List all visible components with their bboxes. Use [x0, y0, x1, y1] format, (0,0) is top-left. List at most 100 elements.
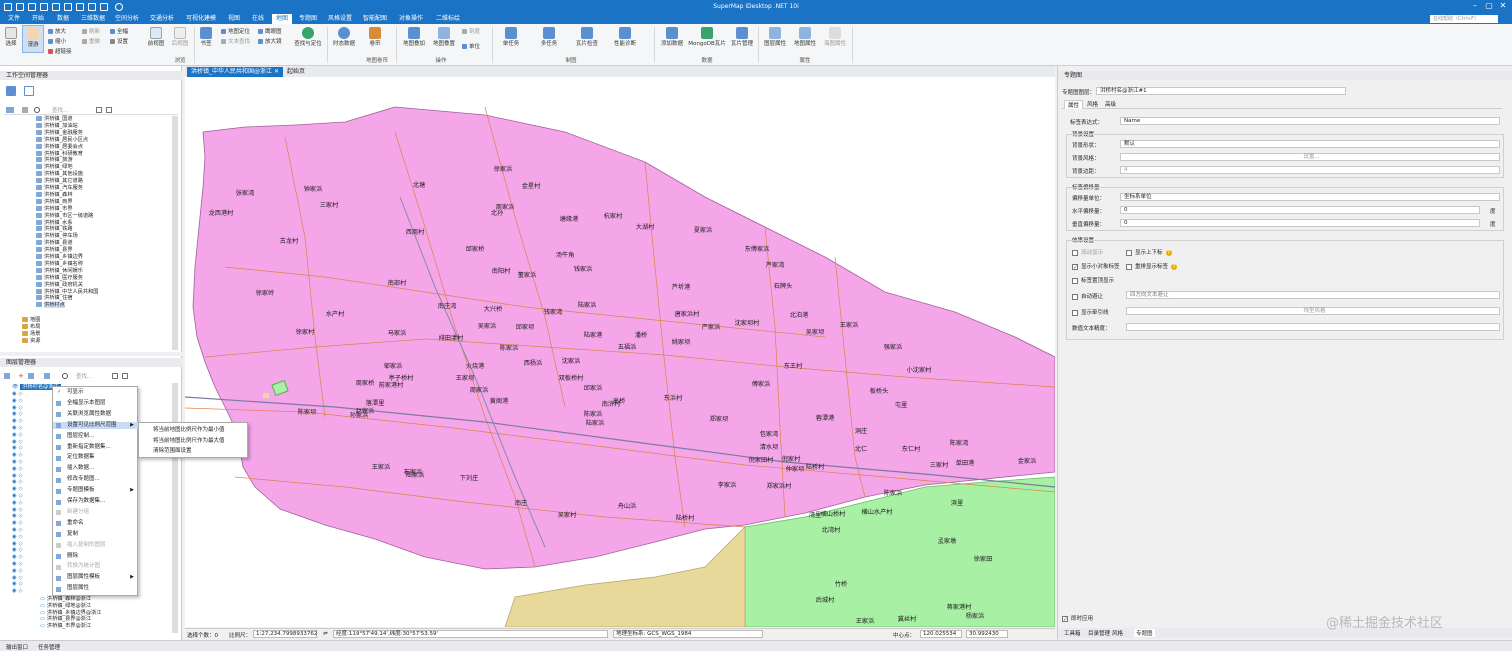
- edit-icon[interactable]: ◇: [19, 541, 23, 547]
- eye-icon[interactable]: ◉: [12, 581, 17, 587]
- layer-style-icon[interactable]: [44, 373, 50, 379]
- context-menu-item[interactable]: 保存为数据集...: [53, 498, 138, 506]
- menu-tab-3[interactable]: 三维数据: [78, 14, 108, 24]
- edit-icon[interactable]: ◇: [19, 547, 23, 553]
- layer-row[interactable]: ◉ ◇: [12, 547, 25, 554]
- layer-scrollbar[interactable]: [172, 383, 178, 633]
- small-label-checkbox[interactable]: 显示小对象标签: [1072, 262, 1120, 270]
- field-expr-select[interactable]: Name: [1120, 117, 1500, 125]
- lock-icon[interactable]: ⇌: [323, 631, 328, 637]
- search-next-icon[interactable]: [106, 107, 112, 113]
- top-display-checkbox[interactable]: 标签置顶显示: [1072, 276, 1114, 284]
- eye-icon[interactable]: ◉: [12, 493, 17, 499]
- eye-icon[interactable]: ◉: [12, 398, 17, 404]
- edit-icon[interactable]: ◇: [19, 507, 23, 513]
- eye-icon[interactable]: ◉: [12, 507, 17, 513]
- context-menu-item[interactable]: 全幅显示本图层: [53, 400, 138, 408]
- prev-view-button[interactable]: 前视图: [145, 27, 167, 47]
- menu-tab-14[interactable]: 二维标绘: [432, 14, 464, 24]
- precision-select[interactable]: [1126, 323, 1500, 331]
- eye-icon[interactable]: ◉: [12, 561, 17, 567]
- layer-row[interactable]: ◉ ◇: [12, 391, 25, 398]
- edit-icon[interactable]: ◇: [19, 493, 23, 499]
- edit-icon[interactable]: ◇: [19, 554, 23, 560]
- menu-tab-1[interactable]: 开始: [28, 14, 48, 24]
- tree-item[interactable]: 洪桥镇_国道: [36, 116, 73, 123]
- context-menu-item[interactable]: 修改专题图...: [53, 476, 138, 484]
- overlap-checkbox[interactable]: 重排显示标签?: [1126, 262, 1178, 270]
- context-menu-item[interactable]: 定位数据集: [53, 454, 138, 462]
- edit-icon[interactable]: ◇: [19, 581, 23, 587]
- menu-tab-2[interactable]: 数据: [52, 14, 74, 24]
- edit-icon[interactable]: ◇: [19, 527, 23, 533]
- edit-icon[interactable]: ◇: [19, 513, 23, 519]
- search-prev-icon[interactable]: [112, 373, 118, 379]
- eye-icon[interactable]: ◉: [12, 473, 17, 479]
- tree-item[interactable]: 洪桥镇_乡镇边界: [36, 254, 83, 261]
- edit-icon[interactable]: ◇: [19, 459, 23, 465]
- menu-tab-7[interactable]: 视图: [224, 14, 244, 24]
- layer-row[interactable]: ◉ ◇: [12, 466, 25, 473]
- edit-icon[interactable]: ◇: [19, 568, 23, 574]
- tree-item[interactable]: 洪桥镇_市界: [36, 205, 73, 213]
- eye-icon[interactable]: ◉: [12, 411, 17, 417]
- eye-icon[interactable]: ◉: [12, 575, 17, 581]
- submenu-item[interactable]: 将当前地图比例尺作为最大值: [139, 436, 247, 446]
- layer-row[interactable]: ◉ ◇: [12, 541, 25, 548]
- tree-item[interactable]: 洪桥镇_金融服务: [36, 129, 83, 137]
- eye-icon[interactable]: 👁: [12, 384, 18, 390]
- context-menu-item[interactable]: 专题图模板 ▶: [53, 487, 138, 495]
- tree-item[interactable]: 洪桥镇_其他设施: [36, 171, 83, 178]
- edit-icon[interactable]: ◇: [19, 575, 23, 581]
- context-menu-item[interactable]: 删除: [53, 553, 138, 561]
- help-icon[interactable]: ?: [1165, 249, 1172, 256]
- layer-row[interactable]: ◉ ◇: [12, 581, 25, 588]
- multi-task-button[interactable]: 多任务: [534, 27, 564, 47]
- tile-manage-button[interactable]: 瓦片管理: [728, 27, 756, 47]
- edit-icon[interactable]: ◇: [19, 405, 23, 411]
- zoom-out-button[interactable]: 缩小: [48, 37, 66, 45]
- menu-tab-13[interactable]: 对象操作: [394, 14, 428, 24]
- menu-tab-11[interactable]: 风格设置: [324, 14, 356, 24]
- eye-icon[interactable]: ◉: [12, 547, 17, 553]
- eye-icon[interactable]: ◉: [12, 534, 17, 540]
- tree-root-2[interactable]: 场景: [22, 330, 40, 338]
- layer-row[interactable]: ◉ ◇: [12, 479, 25, 486]
- query-locate-button[interactable]: 查找与定位: [292, 27, 324, 47]
- tree-item[interactable]: 洪桥镇_商界: [36, 198, 73, 206]
- eye-icon[interactable]: ◉: [12, 391, 17, 397]
- tab-style[interactable]: 风格: [1084, 100, 1101, 108]
- workspace-scrollbar[interactable]: [172, 116, 178, 350]
- workspace-icon[interactable]: [6, 86, 16, 96]
- layer-row[interactable]: ◉ ◇: [12, 452, 25, 459]
- layer-row[interactable]: ◉ ◇: [12, 534, 25, 541]
- layer-row[interactable]: ◉ ◇: [12, 411, 25, 418]
- tree-item[interactable]: 洪桥镇_汽车服务: [36, 185, 83, 192]
- edit-icon[interactable]: ◇: [19, 479, 23, 485]
- menu-tab-10[interactable]: 专题图: [296, 14, 320, 24]
- tree-item[interactable]: 洪桥镇_休闲娱乐: [36, 267, 83, 275]
- temporal-button[interactable]: 时态数据: [330, 27, 358, 47]
- eye-icon[interactable]: ◉: [12, 486, 17, 492]
- tab-map-document[interactable]: 洪桥镇_中华人民共和国@浙江 ✕: [187, 67, 283, 77]
- context-menu-item[interactable]: 复制: [53, 531, 138, 539]
- tree-root-3[interactable]: 资源: [22, 337, 40, 345]
- layer-row[interactable]: ◉ ◇: [12, 554, 25, 561]
- layer-search-input[interactable]: 查找...: [76, 372, 92, 380]
- layer-row[interactable]: ◉ ◇: [12, 425, 25, 432]
- edit-icon[interactable]: ◇: [19, 534, 23, 540]
- layer-row[interactable]: ◉ ◇: [12, 527, 25, 534]
- context-menu-item[interactable]: 设置可见比例尺范围 ▶: [53, 421, 138, 430]
- bg-shape-select[interactable]: 默认: [1120, 140, 1500, 148]
- tree-item[interactable]: 洪桥镇_加油站: [36, 122, 78, 130]
- layer-row[interactable]: ◉ ◇: [12, 520, 25, 527]
- layer-row[interactable]: ◉ ◇: [12, 439, 25, 446]
- shift-button[interactable]: 地图叠置: [430, 27, 458, 47]
- folder-icon[interactable]: [6, 107, 14, 113]
- search-next-icon[interactable]: [122, 373, 128, 379]
- line-style-button[interactable]: 线型风格: [1126, 307, 1500, 315]
- swipe-button[interactable]: 卷帘: [364, 27, 386, 47]
- bg-style-button[interactable]: 设置...: [1120, 153, 1500, 161]
- edit-icon[interactable]: ◇: [19, 439, 23, 445]
- edit-icon[interactable]: ◇: [19, 520, 23, 526]
